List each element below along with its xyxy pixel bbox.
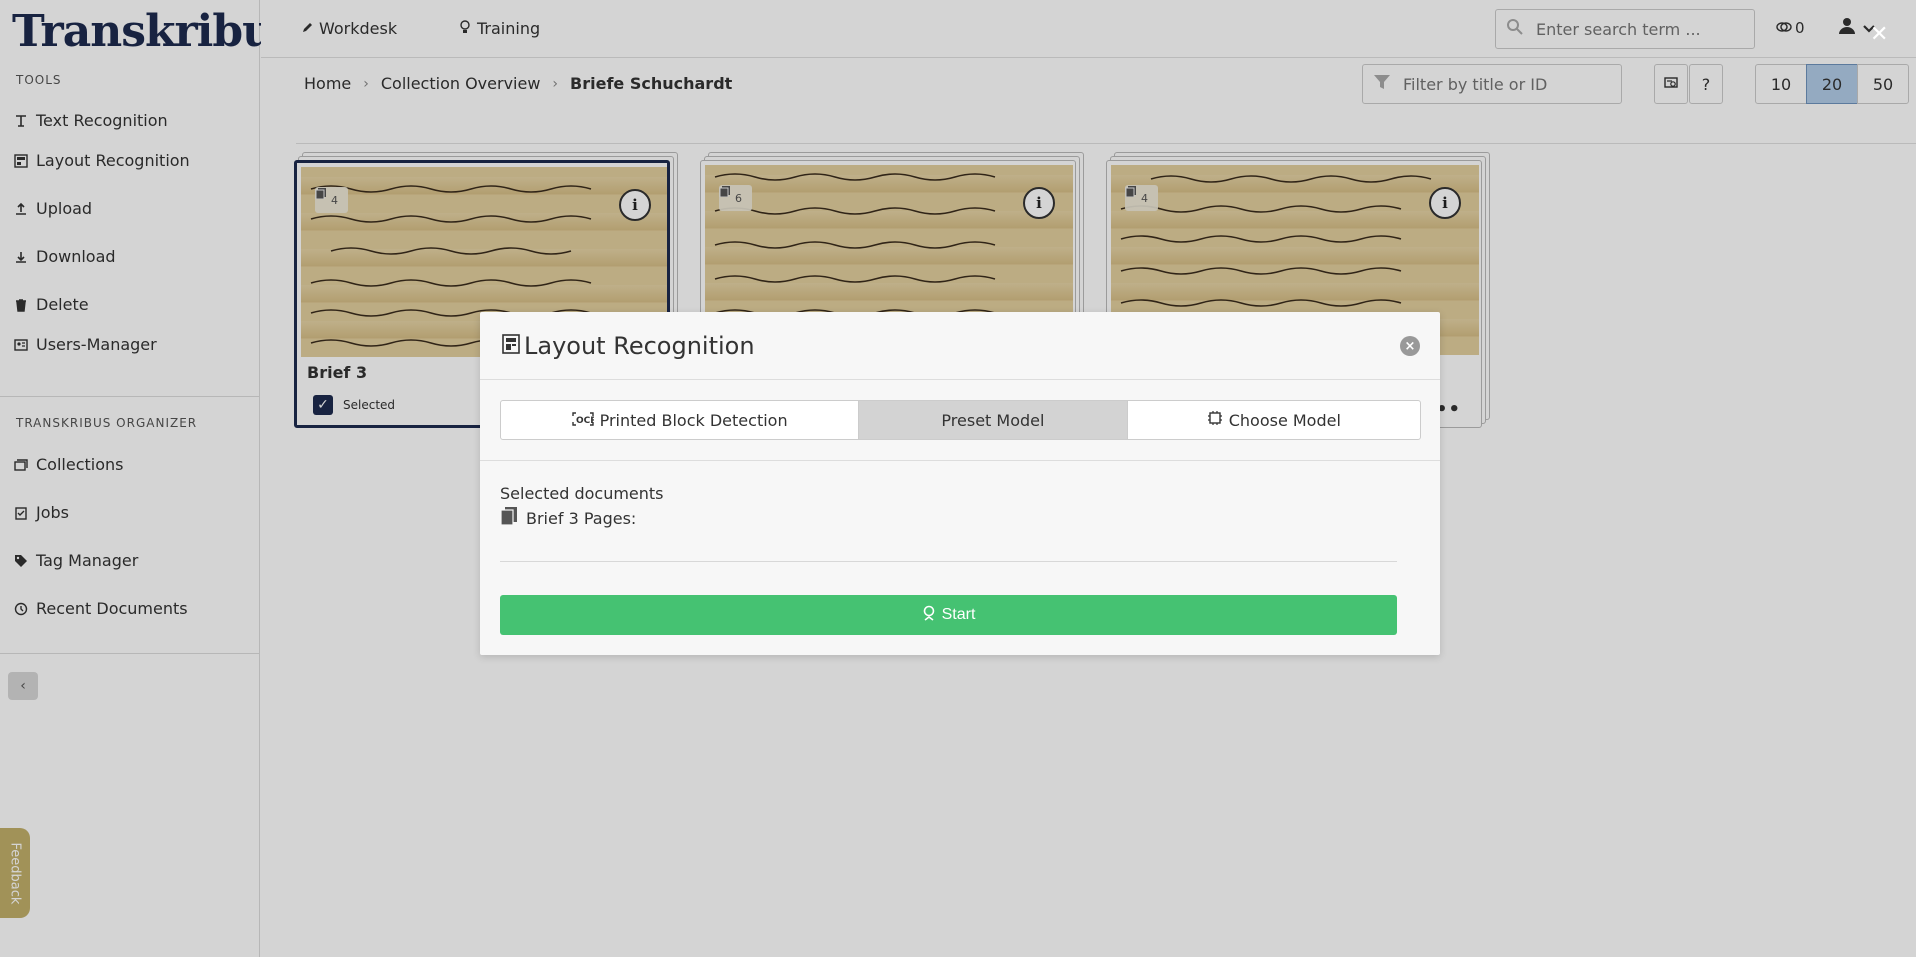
selected-document: Brief 3 Pages: — [500, 506, 636, 530]
dialog-close-icon[interactable]: × — [1400, 336, 1420, 356]
close-icon[interactable]: ✕ — [1870, 22, 1888, 47]
dialog-divider — [480, 460, 1440, 461]
dialog-title: Layout Recognition — [502, 332, 755, 360]
dialog-divider — [500, 561, 1397, 562]
start-icon — [922, 605, 936, 626]
start-label: Start — [941, 606, 976, 623]
pages-icon — [500, 506, 518, 530]
tab-choose-model[interactable]: Choose Model — [1128, 401, 1420, 439]
dialog-title-text: Layout Recognition — [524, 332, 755, 360]
svg-text:OCR: OCR — [576, 416, 594, 426]
start-button[interactable]: Start — [500, 595, 1397, 635]
tab-label: Printed Block Detection — [599, 410, 788, 430]
layout-recognition-icon — [502, 332, 520, 360]
dialog-header: Layout Recognition × — [480, 312, 1440, 380]
ocr-icon: OCR — [571, 411, 597, 430]
layout-recognition-dialog: Layout Recognition × OCR Printed Block D… — [480, 312, 1440, 655]
tab-label: Choose Model — [1228, 410, 1341, 430]
chip-icon — [1207, 410, 1223, 430]
tab-preset-model[interactable]: Preset Model — [859, 401, 1128, 439]
selected-documents-label: Selected documents — [500, 484, 664, 503]
model-tabs: OCR Printed Block Detection Preset Model… — [500, 400, 1421, 440]
selected-document-text: Brief 3 Pages: — [526, 508, 637, 528]
tab-label: Preset Model — [941, 410, 1045, 430]
tab-printed-block-detection[interactable]: OCR Printed Block Detection — [501, 401, 860, 439]
